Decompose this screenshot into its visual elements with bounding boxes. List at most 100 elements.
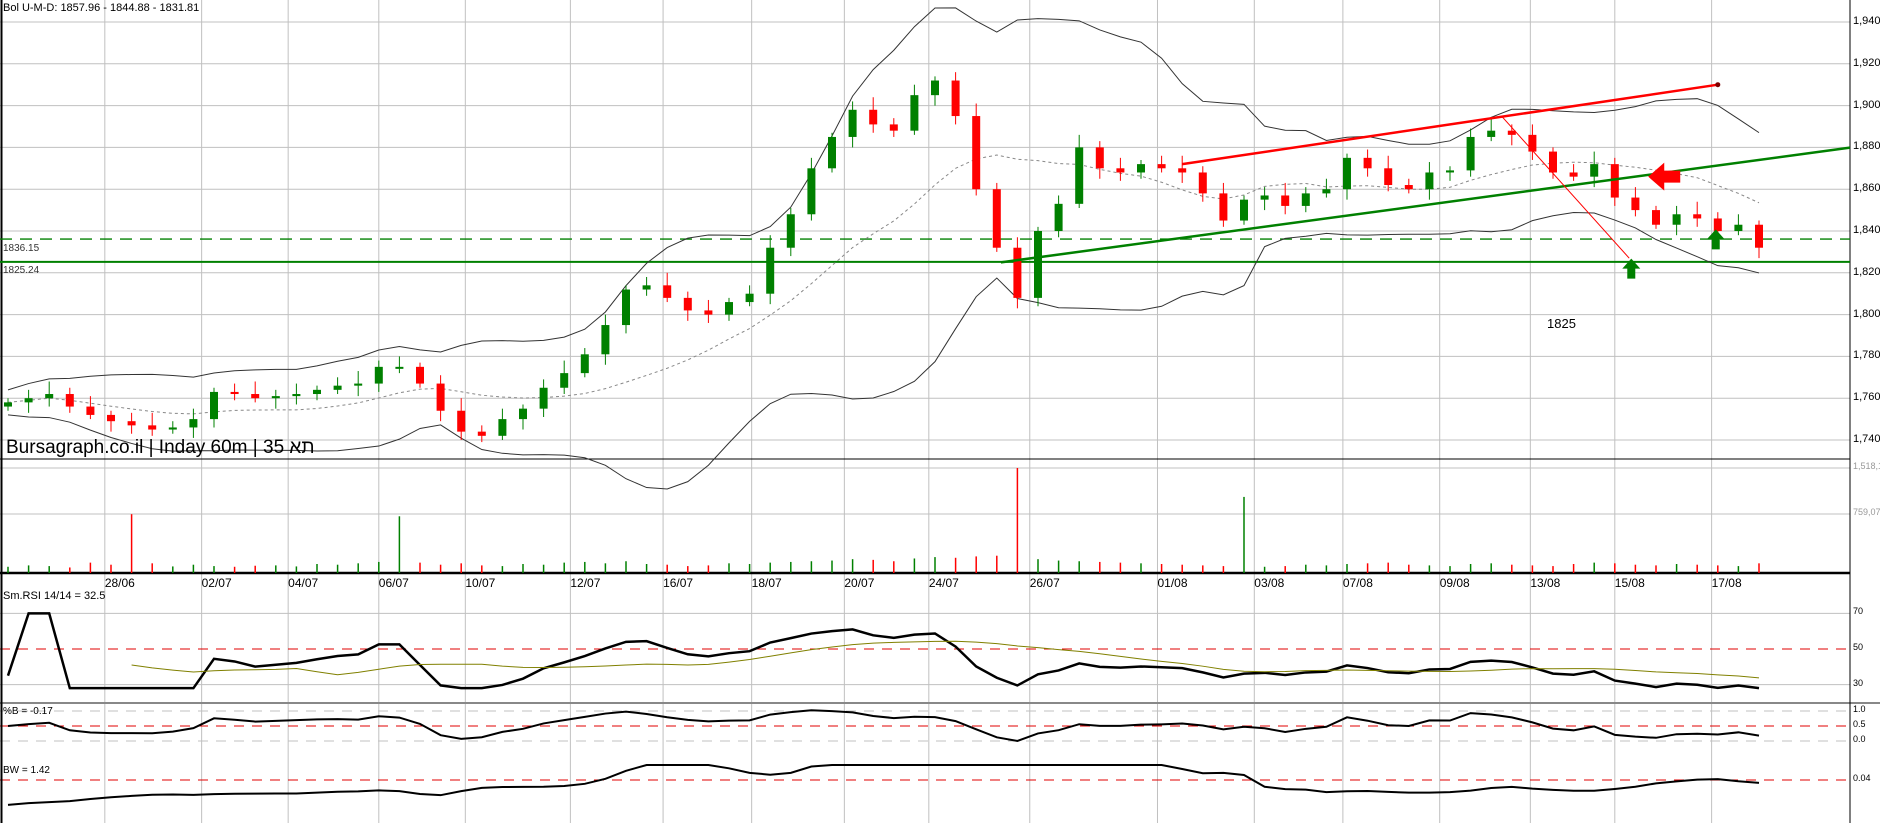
candle-up — [848, 109, 857, 137]
price-tick-label: 1,860 — [1853, 182, 1880, 195]
candle-down — [477, 431, 486, 436]
candle-up — [1054, 203, 1063, 231]
rsi-label: Sm.RSI 14/14 = 32.5 — [3, 590, 106, 602]
price-tick-label: 1,840 — [1853, 224, 1880, 236]
candle-up — [1734, 224, 1743, 231]
candle-up — [807, 168, 816, 215]
candle-down — [1549, 151, 1557, 173]
bollinger-upper — [7, 7, 1760, 391]
volume-tick-label: 759,076 — [1853, 507, 1880, 517]
candle-down — [107, 414, 115, 422]
candle-down — [65, 394, 74, 407]
date-tick-label: 16/07 — [663, 576, 694, 590]
date-tick-label: 20/07 — [844, 576, 875, 590]
candle-down — [436, 383, 445, 411]
candle-up — [1260, 195, 1269, 200]
candle-up — [1487, 130, 1496, 137]
chart-canvas — [0, 0, 1880, 823]
candle-down — [683, 297, 692, 311]
date-tick-label: 10/07 — [465, 576, 496, 590]
candle-down — [992, 189, 1001, 248]
chart-window: Bol U-M-D: 1857.96 - 1844.88 - 1831.81 1… — [0, 0, 1880, 823]
candle-up — [354, 383, 363, 386]
price-tick-label: 1,940 — [1853, 15, 1880, 27]
date-tick-label: 18/07 — [751, 576, 782, 590]
candle-up — [395, 366, 404, 369]
candle-down — [1363, 157, 1372, 169]
candle-up — [1137, 164, 1145, 173]
candle-down — [1755, 224, 1763, 248]
date-tick-label: 06/07 — [378, 576, 409, 590]
date-tick-label: 01/08 — [1157, 576, 1188, 590]
candle-down — [1116, 168, 1125, 173]
candle-up — [519, 408, 527, 420]
candle-down — [1013, 247, 1022, 298]
watermark-title: Bursagraph.co.il | Inday 60m | 35 תא — [6, 437, 315, 458]
pctb-tick-label: 1.0 — [1853, 704, 1866, 714]
date-tick-label: 13/08 — [1530, 576, 1561, 590]
candle-down — [1528, 134, 1537, 152]
pctb-tick-label: 0.5 — [1853, 719, 1866, 729]
price-tick-label: 1,820 — [1853, 265, 1880, 278]
candle-down — [416, 366, 424, 384]
candle-down — [1281, 195, 1290, 206]
price-tick-label: 1,780 — [1853, 349, 1880, 362]
date-tick-label: 03/08 — [1254, 576, 1285, 590]
price-tick-label: 1,740 — [1853, 433, 1880, 445]
candle-down — [1198, 172, 1207, 194]
candle-down — [1569, 172, 1578, 177]
candle-down — [704, 310, 713, 315]
price-tick-label: 1,920 — [1853, 56, 1880, 69]
dashed-level-label: 1836.15 — [3, 243, 40, 254]
date-tick-label: 17/08 — [1711, 576, 1742, 590]
price-tick-label: 1,880 — [1853, 140, 1880, 153]
candle-down — [86, 406, 95, 415]
price-tick-label: 1,800 — [1853, 307, 1880, 320]
candle-up — [1240, 199, 1248, 221]
candle-up — [271, 396, 280, 399]
candle-up — [45, 394, 54, 399]
candle-up — [601, 325, 610, 355]
candle-up — [828, 136, 836, 169]
candle-up — [1672, 214, 1681, 225]
candle-down — [972, 116, 981, 190]
candle-down — [1404, 185, 1413, 190]
candle-up — [4, 402, 12, 407]
candle-down — [1384, 168, 1393, 186]
candle-up — [168, 427, 177, 430]
candle-up — [189, 419, 198, 428]
candle-up — [745, 293, 754, 303]
bw-tick-label: 0.04 — [1853, 773, 1871, 783]
candle-down — [1693, 214, 1702, 219]
date-tick-label: 12/07 — [570, 576, 601, 590]
candle-up — [910, 95, 919, 131]
candle-up — [766, 247, 775, 294]
bw-label: BW = 1.42 — [3, 765, 50, 776]
bollinger-label: Bol U-M-D: 1857.96 - 1844.88 - 1831.81 — [3, 2, 200, 14]
date-tick-label: 26/07 — [1029, 576, 1060, 590]
candle-down — [1631, 197, 1640, 211]
candle-up — [539, 387, 548, 409]
arrow-up-icon — [1706, 229, 1725, 250]
candle-up — [1322, 189, 1331, 194]
candle-up — [24, 398, 33, 403]
price-tick-label: 1,900 — [1853, 98, 1880, 111]
date-tick-label: 24/07 — [928, 576, 959, 590]
candle-up — [1343, 157, 1351, 190]
candle-up — [1446, 170, 1454, 173]
date-tick-label: 04/07 — [288, 576, 319, 590]
date-tick-label: 07/08 — [1342, 576, 1373, 590]
candle-down — [251, 394, 260, 399]
solid-level-label: 1825.24 — [3, 265, 40, 276]
date-tick-label: 15/08 — [1614, 576, 1645, 590]
candle-up — [1301, 193, 1310, 206]
candle-up — [1075, 147, 1084, 204]
volume-tick-label: 1,518,15 — [1853, 461, 1880, 471]
candle-up — [313, 389, 321, 395]
candle-up — [580, 354, 589, 374]
pctb-tick-label: 0.0 — [1853, 734, 1866, 744]
candle-up — [931, 80, 939, 96]
candle-down — [951, 80, 960, 117]
candle-down — [889, 124, 898, 131]
rsi-tick-label: 30 — [1853, 677, 1864, 688]
